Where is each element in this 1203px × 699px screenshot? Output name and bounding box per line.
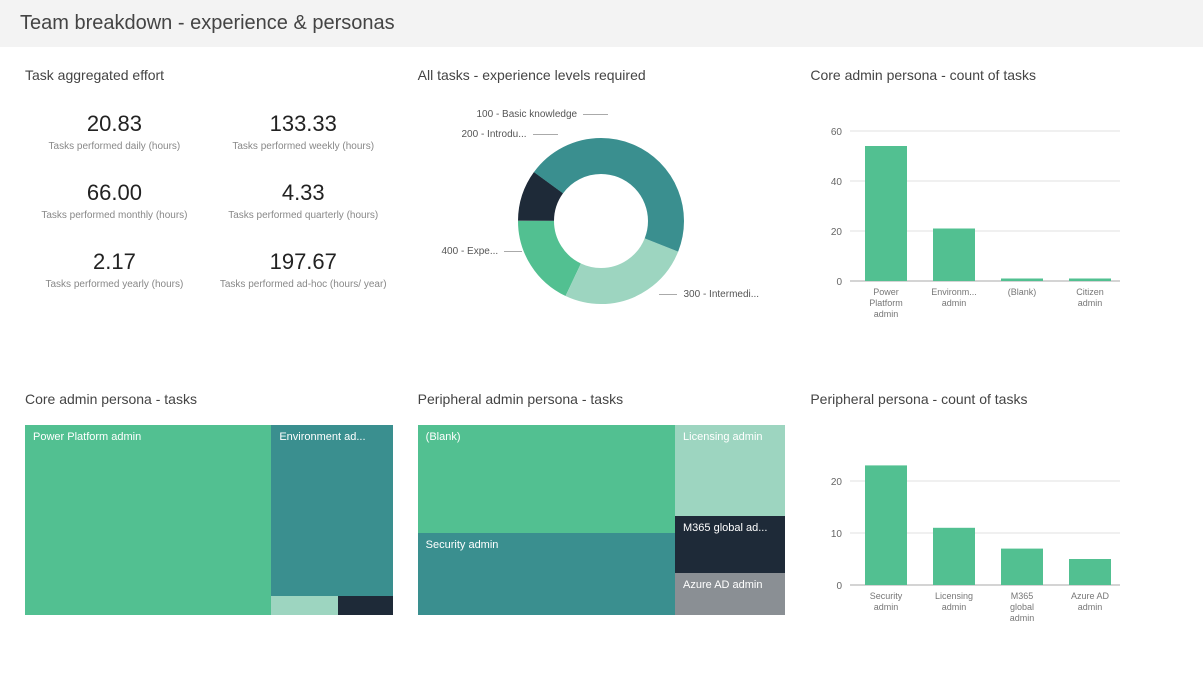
periph-bar-title: Peripheral persona - count of tasks (810, 391, 1178, 407)
donut-label-300: 300 - Intermedi... (659, 289, 759, 300)
kpi-title: Task aggregated effort (25, 67, 393, 83)
svg-text:Power: Power (874, 287, 900, 297)
periph-treemap-title: Peripheral admin persona - tasks (418, 391, 786, 407)
tm-box-blank[interactable] (271, 596, 337, 615)
svg-text:Security: Security (870, 591, 903, 601)
core-bar-chart[interactable]: 0 20 40 60 Power Platform admin Environm… (810, 101, 1130, 361)
svg-text:M365: M365 (1011, 591, 1034, 601)
tm-label: (Blank) (426, 431, 461, 443)
tm-box-blank[interactable]: (Blank) (418, 425, 675, 533)
kpi-value: 133.33 (214, 111, 393, 137)
tm-label: M365 global ad... (683, 522, 767, 534)
svg-text:0: 0 (837, 581, 843, 592)
svg-text:60: 60 (831, 127, 843, 138)
tm-box-m365-global-admin[interactable]: M365 global ad... (675, 516, 785, 573)
kpi-value: 2.17 (25, 249, 204, 275)
svg-text:Licensing: Licensing (935, 591, 973, 601)
bar-m365-global-admin[interactable] (1001, 549, 1043, 585)
periph-treemap[interactable]: (Blank) Security admin Licensing admin M… (418, 425, 786, 615)
donut-panel: All tasks - experience levels required (418, 67, 786, 366)
kpi-cell-weekly[interactable]: 133.33 Tasks performed weekly (hours) (214, 111, 393, 152)
svg-text:admin: admin (942, 298, 967, 308)
kpi-cell-monthly[interactable]: 66.00 Tasks performed monthly (hours) (25, 180, 204, 221)
tm-box-power-platform-admin[interactable]: Power Platform admin (25, 425, 271, 615)
svg-text:admin: admin (1010, 613, 1035, 623)
bar-security-admin[interactable] (865, 465, 907, 585)
kpi-value: 66.00 (25, 180, 204, 206)
periph-bar-panel: Peripheral persona - count of tasks 0 10… (810, 391, 1178, 660)
periph-treemap-panel: Peripheral admin persona - tasks (Blank)… (418, 391, 786, 660)
svg-text:(Blank): (Blank) (1008, 287, 1037, 297)
dashboard-grid: Task aggregated effort 20.83 Tasks perfo… (0, 47, 1203, 680)
svg-text:Azure AD: Azure AD (1071, 591, 1110, 601)
donut-label-200: 200 - Introdu... (461, 129, 557, 140)
tm-label: Azure AD admin (683, 579, 762, 591)
bar-licensing-admin[interactable] (933, 528, 975, 585)
svg-text:admin: admin (874, 309, 899, 319)
svg-text:Environm...: Environm... (932, 287, 978, 297)
bar-azure-ad-admin[interactable] (1069, 559, 1111, 585)
svg-text:20: 20 (831, 227, 843, 238)
svg-text:global: global (1010, 602, 1034, 612)
kpi-cell-yearly[interactable]: 2.17 Tasks performed yearly (hours) (25, 249, 204, 290)
tm-box-environment-admin[interactable]: Environment ad... (271, 425, 392, 596)
core-treemap[interactable]: Power Platform admin Environment ad... (25, 425, 393, 615)
tm-label: Environment ad... (279, 431, 365, 443)
svg-text:40: 40 (831, 177, 843, 188)
tm-label: Power Platform admin (33, 431, 141, 443)
kpi-value: 4.33 (214, 180, 393, 206)
svg-text:admin: admin (942, 602, 967, 612)
kpi-label: Tasks performed monthly (hours) (25, 210, 204, 221)
tm-label: Security admin (426, 539, 499, 551)
kpi-cell-adhoc[interactable]: 197.67 Tasks performed ad-hoc (hours/ ye… (214, 249, 393, 290)
donut-title: All tasks - experience levels required (418, 67, 786, 83)
kpi-cell-quarterly[interactable]: 4.33 Tasks performed quarterly (hours) (214, 180, 393, 221)
bar-environment-admin[interactable] (933, 229, 975, 282)
kpi-panel: Task aggregated effort 20.83 Tasks perfo… (25, 67, 393, 366)
donut-chart[interactable]: 100 - Basic knowledge 200 - Introdu... 4… (441, 101, 761, 341)
kpi-label: Tasks performed weekly (hours) (214, 141, 393, 152)
svg-text:Citizen: Citizen (1077, 287, 1105, 297)
svg-text:admin: admin (1078, 298, 1103, 308)
kpi-label: Tasks performed quarterly (hours) (214, 210, 393, 221)
donut-label-400: 400 - Expe... (441, 246, 522, 257)
core-bar-title: Core admin persona - count of tasks (810, 67, 1178, 83)
kpi-label: Tasks performed yearly (hours) (25, 279, 204, 290)
tm-box-citizen-admin[interactable] (338, 596, 393, 615)
kpi-grid: 20.83 Tasks performed daily (hours) 133.… (25, 101, 393, 290)
kpi-value: 20.83 (25, 111, 204, 137)
kpi-cell-daily[interactable]: 20.83 Tasks performed daily (hours) (25, 111, 204, 152)
svg-text:admin: admin (874, 602, 899, 612)
kpi-label: Tasks performed ad-hoc (hours/ year) (214, 279, 393, 290)
kpi-value: 197.67 (214, 249, 393, 275)
svg-text:0: 0 (837, 277, 843, 288)
tm-label: Licensing admin (683, 431, 763, 443)
donut-label-100: 100 - Basic knowledge (476, 109, 608, 120)
core-treemap-title: Core admin persona - tasks (25, 391, 393, 407)
core-bar-panel: Core admin persona - count of tasks 0 20… (810, 67, 1178, 366)
core-treemap-panel: Core admin persona - tasks Power Platfor… (25, 391, 393, 660)
tm-box-azure-ad-admin[interactable]: Azure AD admin (675, 573, 785, 615)
svg-text:10: 10 (831, 529, 843, 540)
svg-text:admin: admin (1078, 602, 1103, 612)
tm-box-security-admin[interactable]: Security admin (418, 533, 675, 615)
svg-text:Platform: Platform (870, 298, 904, 308)
tm-box-licensing-admin[interactable]: Licensing admin (675, 425, 785, 516)
page-title: Team breakdown - experience & personas (0, 0, 1203, 47)
bar-blank[interactable] (1001, 279, 1043, 282)
bar-citizen-admin[interactable] (1069, 279, 1111, 282)
svg-text:20: 20 (831, 477, 843, 488)
bar-power-platform-admin[interactable] (865, 146, 907, 281)
periph-bar-chart[interactable]: 0 10 20 Security admin Licensing admin M… (810, 425, 1130, 655)
kpi-label: Tasks performed daily (hours) (25, 141, 204, 152)
